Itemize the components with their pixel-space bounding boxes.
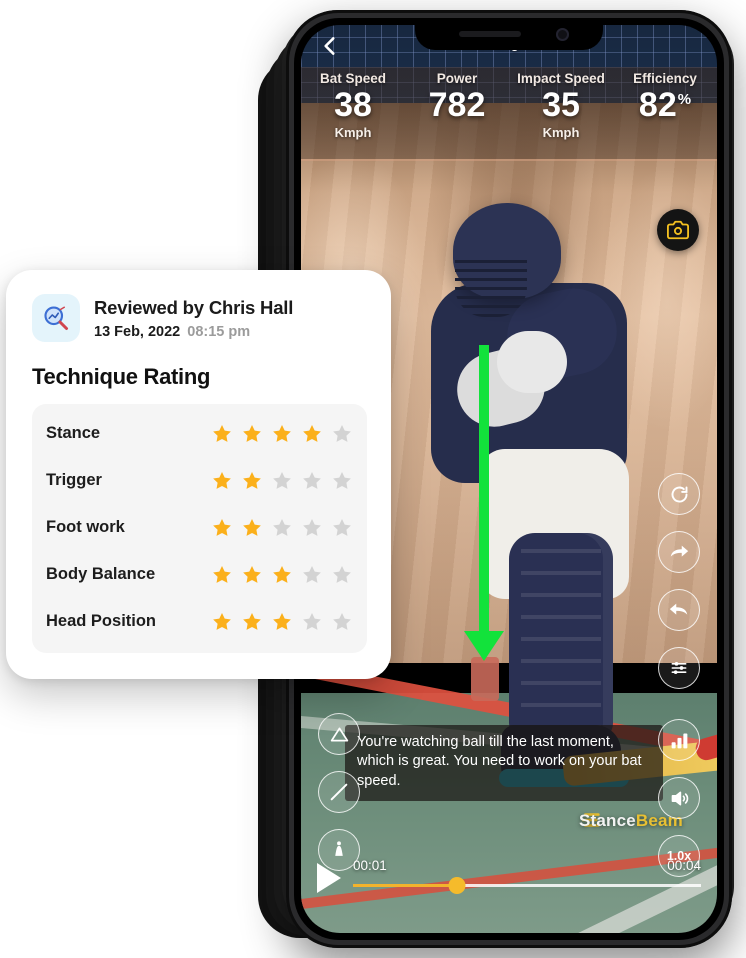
star-filled-icon[interactable] [241,611,263,633]
stat-unit: Kmph [334,124,372,140]
star-filled-icon[interactable] [211,423,233,445]
star-filled-icon[interactable] [271,564,293,586]
bar-chart-icon[interactable] [658,719,700,761]
star-filled-icon[interactable] [271,611,293,633]
stat-suffix: % [677,90,692,108]
coaching-note: You're watching ball till the last momen… [345,725,663,802]
rating-label: Body Balance [46,565,156,583]
screenshot-root: Swing 01 Bat Speed 38 Kmph Power 782 [0,0,746,958]
rating-row: Foot work [46,504,353,551]
star-empty-icon[interactable] [271,517,293,539]
batsman-leg-pad [509,533,613,741]
play-icon[interactable] [317,863,341,893]
star-rating[interactable] [211,564,353,586]
star-empty-icon[interactable] [331,517,353,539]
rating-label: Foot work [46,518,125,536]
analysis-magnifier-icon [32,294,80,342]
stat-label: Efficiency [633,71,697,86]
stat-value: 782 [428,86,486,124]
sliders-icon[interactable] [658,647,700,689]
seek-bar-fill [353,884,458,887]
rating-row: Trigger [46,457,353,504]
reviewer-meta: Reviewed by Chris Hall 13 Feb, 2022 08:15… [94,297,293,340]
phone-notch [415,18,603,50]
reviewer-name: Reviewed by Chris Hall [94,296,294,318]
front-camera-icon [556,28,569,41]
star-rating[interactable] [211,470,353,492]
rating-row: Body Balance [46,551,353,598]
rating-label: Trigger [46,471,102,489]
camera-icon[interactable] [657,209,699,251]
total-time-label: 00:04 [667,858,701,873]
star-empty-icon[interactable] [331,423,353,445]
stat-label: Power [436,71,478,86]
refresh-icon[interactable] [658,473,700,515]
rating-row: Head Position [46,598,353,645]
stat-efficiency: Efficiency 82% [613,67,717,125]
stat-unit: Kmph [542,124,580,140]
triangle-icon[interactable] [318,713,360,755]
batsman-glove [497,331,567,393]
star-rating[interactable] [211,423,353,445]
rating-label: Head Position [46,612,157,630]
seek-bar-track[interactable] [353,877,701,894]
star-filled-icon[interactable] [211,470,233,492]
stats-row: Bat Speed 38 Kmph Power 782 Impact Speed… [301,67,717,159]
stat-label: Bat Speed [319,71,387,86]
star-empty-icon[interactable] [301,564,323,586]
stat-value: 82% [638,86,692,124]
review-time: 08:15 pm [187,323,251,340]
video-player-controls: 00:01 00:04 [301,855,717,901]
star-filled-icon[interactable] [211,611,233,633]
stat-label: Impact Speed [517,71,605,86]
review-date: 13 Feb, 2022 [94,323,181,340]
star-empty-icon[interactable] [301,470,323,492]
technique-rating-list: Stance Trigger Foot work Body Balance Head P… [32,404,367,653]
earpiece-speaker [459,31,521,37]
stats-divider [301,159,717,161]
section-title: Technique Rating [32,364,211,389]
rating-row: Stance [46,410,353,457]
stat-value: 35 [542,86,580,124]
star-filled-icon[interactable] [241,564,263,586]
review-datetime: 13 Feb, 2022 08:15 pm [94,324,293,340]
guide-arrow-head-icon [464,631,504,661]
seek-bar-thumb[interactable] [448,877,466,894]
arrow-back-icon[interactable] [658,589,700,631]
arrow-forward-icon[interactable] [658,531,700,573]
vertical-guide-line [479,345,489,641]
star-rating[interactable] [211,517,353,539]
star-empty-icon[interactable] [301,611,323,633]
volume-icon[interactable] [658,777,700,819]
diagonal-line-icon[interactable] [318,771,360,813]
stat-power: Power 782 [405,67,509,125]
rating-label: Stance [46,424,101,442]
star-filled-icon[interactable] [211,517,233,539]
star-filled-icon[interactable] [241,470,263,492]
review-header: Reviewed by Chris Hall 13 Feb, 2022 08:15… [32,294,367,342]
stat-bat-speed: Bat Speed 38 Kmph [301,67,405,140]
star-filled-icon[interactable] [271,423,293,445]
star-filled-icon[interactable] [211,564,233,586]
star-rating[interactable] [211,611,353,633]
star-filled-icon[interactable] [241,423,263,445]
seek-bar-wrapper: 00:01 00:04 [353,858,701,898]
star-empty-icon[interactable] [301,517,323,539]
star-empty-icon[interactable] [331,564,353,586]
stat-impact-speed: Impact Speed 35 Kmph [509,67,613,140]
helmet-grille [455,257,527,317]
star-filled-icon[interactable] [301,423,323,445]
star-filled-icon[interactable] [241,517,263,539]
target-stump [471,657,499,701]
star-empty-icon[interactable] [331,611,353,633]
star-empty-icon[interactable] [331,470,353,492]
star-empty-icon[interactable] [271,470,293,492]
brand-part-stance: Stance [578,811,636,830]
review-card: Reviewed by Chris Hall 13 Feb, 2022 08:15… [6,270,391,679]
current-time-label: 00:01 [353,858,387,873]
stat-value: 38 [334,86,372,124]
